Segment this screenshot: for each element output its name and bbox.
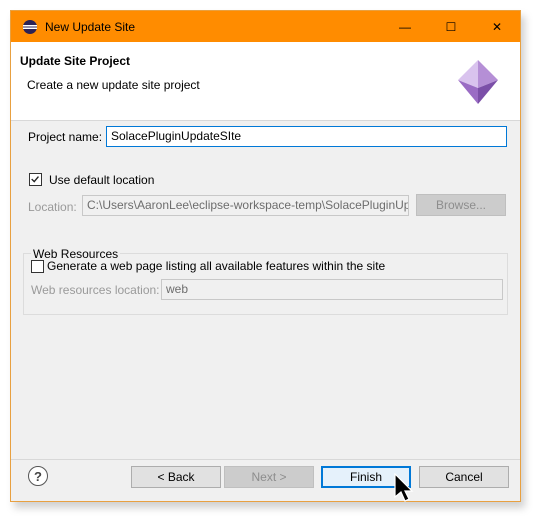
update-site-wizard-icon <box>458 60 498 104</box>
footer-separator <box>11 459 520 460</box>
cancel-button[interactable]: Cancel <box>419 466 509 488</box>
location-input[interactable]: C:\Users\AaronLee\eclipse-workspace-temp… <box>82 195 409 216</box>
generate-web-page-checkbox[interactable] <box>31 260 44 273</box>
wizard-header: Update Site Project Create a new update … <box>11 42 520 121</box>
checkmark-icon <box>31 176 39 183</box>
close-icon: ✕ <box>491 19 503 34</box>
window-title: New Update Site <box>45 20 136 34</box>
browse-button[interactable]: Browse... <box>416 194 506 216</box>
next-button[interactable]: Next > <box>224 466 314 488</box>
location-label: Location: <box>28 200 77 214</box>
maximize-button[interactable]: ☐ <box>428 11 474 42</box>
dialog-window: New Update Site — ☐ ✕ Update Site Projec… <box>10 10 521 502</box>
minimize-button[interactable]: — <box>382 11 428 42</box>
generate-web-page-label[interactable]: Generate a web page listing all availabl… <box>47 259 385 273</box>
page-description: Create a new update site project <box>27 78 200 92</box>
maximize-icon: ☐ <box>445 19 457 34</box>
use-default-location-label[interactable]: Use default location <box>49 173 154 187</box>
web-resources-location-input[interactable]: web <box>161 279 503 300</box>
mouse-cursor-icon <box>394 473 414 502</box>
eclipse-icon <box>23 20 37 34</box>
back-button[interactable]: < Back <box>131 466 221 488</box>
minimize-icon: — <box>399 19 411 34</box>
project-name-input[interactable]: SolacePluginUpdateSIte <box>106 126 507 147</box>
title-bar[interactable]: New Update Site — ☐ ✕ <box>11 11 520 42</box>
close-button[interactable]: ✕ <box>474 11 520 42</box>
page-title: Update Site Project <box>20 54 131 68</box>
project-name-label: Project name: <box>28 130 103 144</box>
web-resources-location-label: Web resources location: <box>31 283 160 297</box>
help-icon[interactable]: ? <box>28 466 48 486</box>
use-default-location-checkbox[interactable] <box>29 173 42 186</box>
